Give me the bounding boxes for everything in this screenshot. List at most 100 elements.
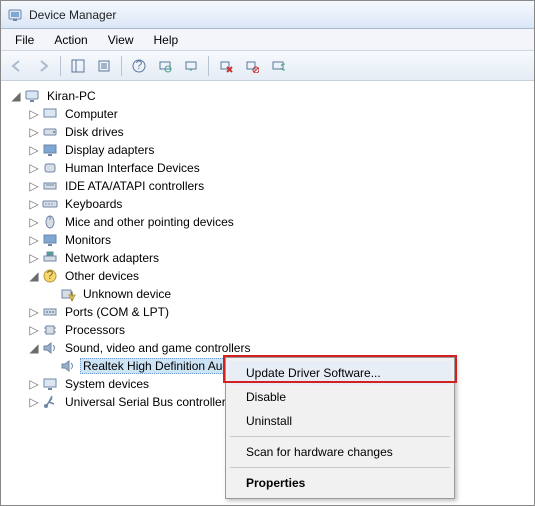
computer-icon [42, 106, 58, 122]
tree-label[interactable]: Keyboards [62, 196, 125, 212]
usb-icon [42, 394, 58, 410]
ports-icon [42, 304, 58, 320]
tree-root[interactable]: ◢ Kiran-PC [5, 87, 534, 105]
collapse-icon[interactable]: ◢ [27, 269, 41, 283]
ide-icon [42, 178, 58, 194]
expand-spacer [45, 287, 59, 301]
menu-help[interactable]: Help [144, 30, 189, 50]
tree-label[interactable]: Disk drives [62, 124, 127, 140]
uninstall-button[interactable] [214, 54, 238, 78]
tree-item-mice[interactable]: ▷ Mice and other pointing devices [5, 213, 534, 231]
tree-label[interactable]: System devices [62, 376, 152, 392]
properties-button[interactable] [92, 54, 116, 78]
tree-label[interactable]: Monitors [62, 232, 114, 248]
disable-button[interactable] [240, 54, 264, 78]
keyboard-icon [42, 196, 58, 212]
mouse-icon [42, 214, 58, 230]
computer-icon [24, 88, 40, 104]
titlebar: Device Manager [1, 1, 534, 29]
tree-label[interactable]: Kiran-PC [44, 88, 99, 104]
toolbar-separator [60, 56, 61, 76]
expand-icon[interactable]: ▷ [27, 323, 41, 337]
tree-item-monitors[interactable]: ▷ Monitors [5, 231, 534, 249]
expand-icon[interactable]: ▷ [27, 305, 41, 319]
forward-button[interactable] [31, 54, 55, 78]
expand-icon[interactable]: ▷ [27, 377, 41, 391]
app-icon [7, 7, 23, 23]
expand-icon[interactable]: ▷ [27, 179, 41, 193]
tree-label[interactable]: IDE ATA/ATAPI controllers [62, 178, 207, 194]
collapse-icon[interactable]: ◢ [9, 89, 23, 103]
menubar: File Action View Help [1, 29, 534, 51]
console-tree-button[interactable] [66, 54, 90, 78]
network-icon [42, 250, 58, 266]
tree-item-processors[interactable]: ▷ Processors [5, 321, 534, 339]
tree-label[interactable]: Universal Serial Bus controllers [62, 394, 235, 410]
tree-label[interactable]: Unknown device [80, 286, 174, 302]
tree-item-ports[interactable]: ▷ Ports (COM & LPT) [5, 303, 534, 321]
svg-text:?: ? [136, 59, 143, 72]
context-menu-overlay: Update Driver Software... Disable Uninst… [225, 357, 455, 499]
processor-icon [42, 322, 58, 338]
expand-icon[interactable]: ▷ [27, 125, 41, 139]
expand-icon[interactable]: ▷ [27, 107, 41, 121]
monitor-icon [42, 232, 58, 248]
expand-icon[interactable]: ▷ [27, 197, 41, 211]
expand-icon[interactable]: ▷ [27, 161, 41, 175]
context-scan[interactable]: Scan for hardware changes [228, 440, 452, 464]
sound-icon [42, 340, 58, 356]
svg-text:!: ! [70, 289, 73, 302]
toolbar: ? [1, 51, 534, 81]
window-title: Device Manager [29, 8, 116, 22]
context-uninstall[interactable]: Uninstall [228, 409, 452, 433]
tree-item-network[interactable]: ▷ Network adapters [5, 249, 534, 267]
tree-label[interactable]: Computer [62, 106, 121, 122]
tree-item-sound[interactable]: ◢ Sound, video and game controllers [5, 339, 534, 357]
expand-icon[interactable]: ▷ [27, 395, 41, 409]
tree-label-selected[interactable]: Realtek High Definition Audio [80, 358, 241, 374]
disk-icon [42, 124, 58, 140]
tree-label[interactable]: Display adapters [62, 142, 157, 158]
update-driver-button[interactable] [179, 54, 203, 78]
toolbar-separator [121, 56, 122, 76]
tree-item-hid[interactable]: ▷ Human Interface Devices [5, 159, 534, 177]
tree-item-unknown[interactable]: ! Unknown device [5, 285, 534, 303]
expand-icon[interactable]: ▷ [27, 251, 41, 265]
expand-icon[interactable]: ▷ [27, 233, 41, 247]
scan-button[interactable] [153, 54, 177, 78]
tree-label[interactable]: Mice and other pointing devices [62, 214, 237, 230]
tree-item-keyboards[interactable]: ▷ Keyboards [5, 195, 534, 213]
tree-item-ide[interactable]: ▷ IDE ATA/ATAPI controllers [5, 177, 534, 195]
tree-item-computer[interactable]: ▷ Computer [5, 105, 534, 123]
tree-item-display[interactable]: ▷ Display adapters [5, 141, 534, 159]
sound-icon [60, 358, 76, 374]
expand-icon[interactable]: ▷ [27, 215, 41, 229]
hid-icon [42, 160, 58, 176]
display-icon [42, 142, 58, 158]
collapse-icon[interactable]: ◢ [27, 341, 41, 355]
tree-label[interactable]: Other devices [62, 268, 142, 284]
menu-file[interactable]: File [5, 30, 44, 50]
tree-item-disk[interactable]: ▷ Disk drives [5, 123, 534, 141]
menu-action[interactable]: Action [44, 30, 97, 50]
help-button[interactable]: ? [127, 54, 151, 78]
context-properties[interactable]: Properties [228, 471, 452, 495]
tree-item-other[interactable]: ◢?Other devices [5, 267, 534, 285]
tree-label[interactable]: Ports (COM & LPT) [62, 304, 172, 320]
tree-label[interactable]: Sound, video and game controllers [62, 340, 253, 356]
context-disable[interactable]: Disable [228, 385, 452, 409]
tree-label[interactable]: Processors [62, 322, 128, 338]
unknown-device-icon: ! [60, 286, 76, 302]
context-separator [230, 467, 450, 468]
context-separator [230, 436, 450, 437]
other-icon: ? [42, 268, 58, 284]
tree-label[interactable]: Human Interface Devices [62, 160, 203, 176]
menu-view[interactable]: View [98, 30, 144, 50]
toolbar-separator [208, 56, 209, 76]
tree-label[interactable]: Network adapters [62, 250, 162, 266]
expand-icon[interactable]: ▷ [27, 143, 41, 157]
system-icon [42, 376, 58, 392]
back-button[interactable] [5, 54, 29, 78]
scan-hardware-button[interactable] [266, 54, 290, 78]
context-update-driver[interactable]: Update Driver Software... [228, 361, 452, 385]
